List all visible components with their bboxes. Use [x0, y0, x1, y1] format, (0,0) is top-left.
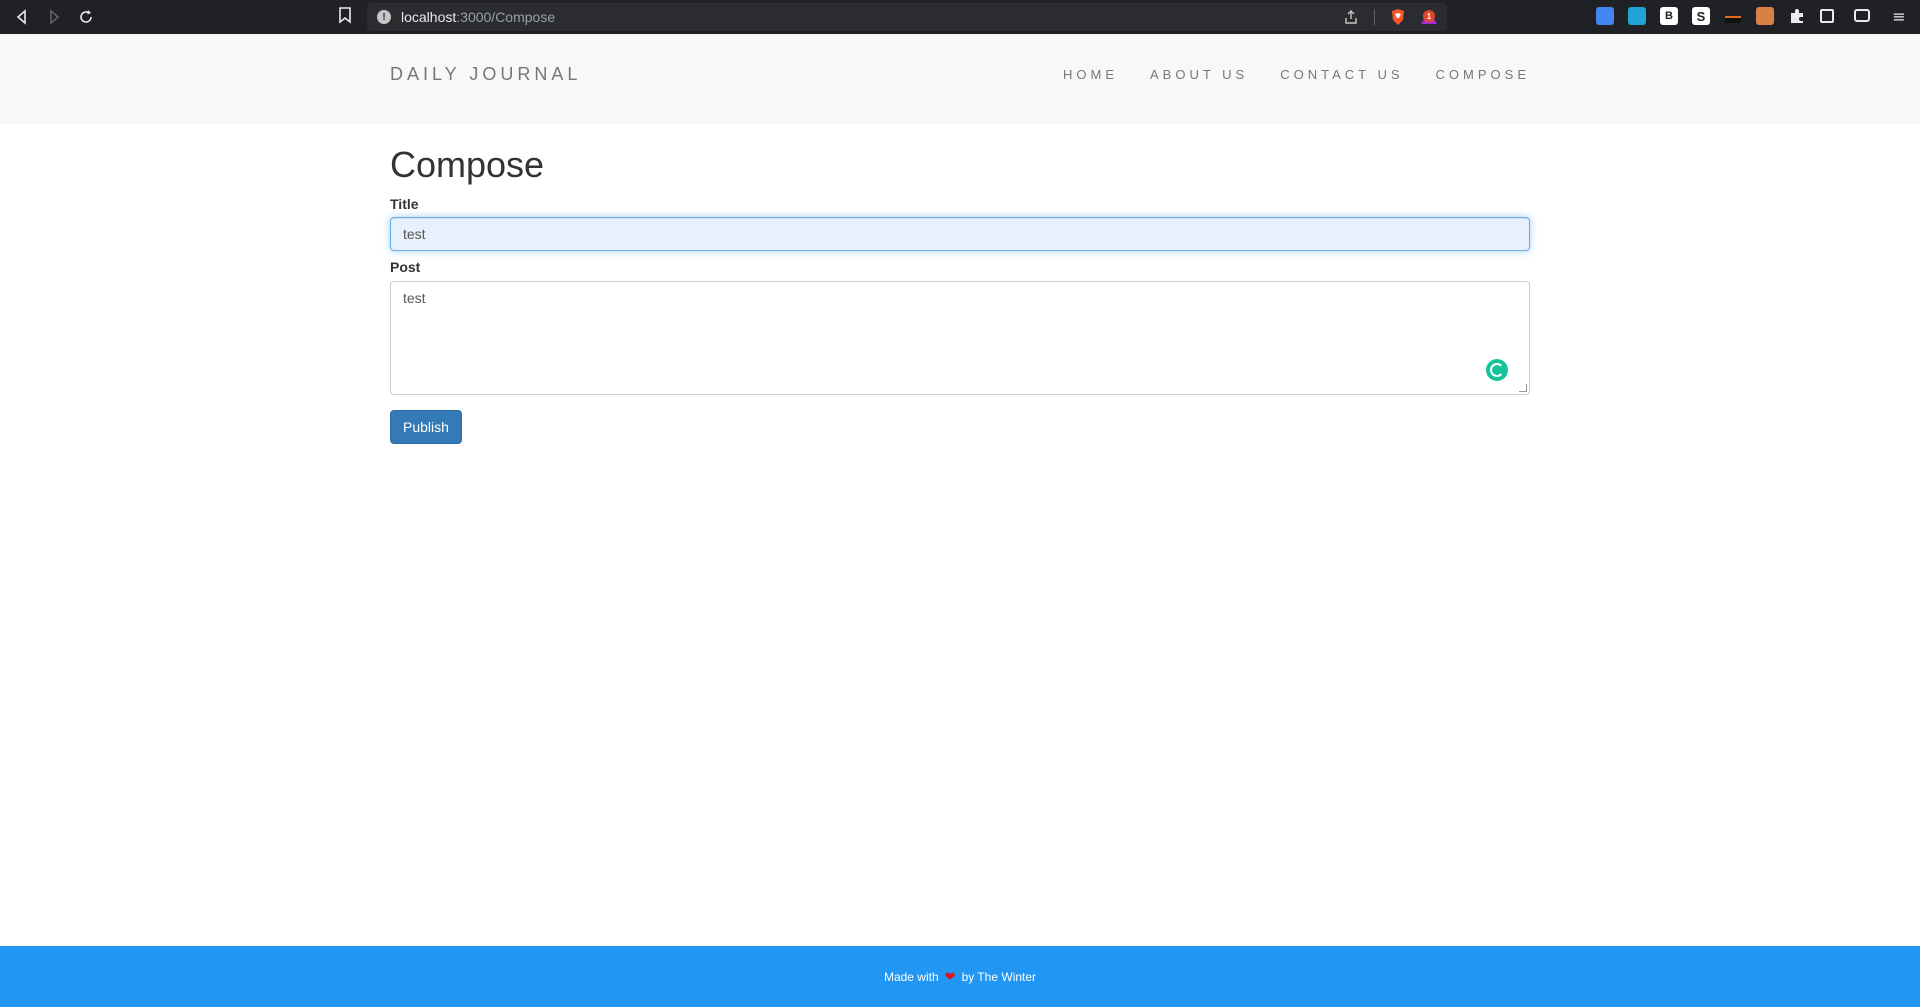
sidebar-toggle-icon[interactable] — [1820, 9, 1834, 23]
post-label: Post — [390, 259, 421, 275]
dark-mode-extension-icon[interactable] — [1724, 7, 1742, 25]
browser-toolbar: ! localhost:3000/Compose 1 B S ≡ — [0, 0, 1920, 34]
grammarly-icon[interactable] — [1486, 359, 1508, 381]
site-brand[interactable]: DAILY JOURNAL — [390, 64, 581, 85]
s-extension-icon[interactable]: S — [1692, 7, 1710, 25]
url-text[interactable]: localhost:3000/Compose — [401, 9, 555, 25]
rewards-badge: 1 — [1423, 10, 1435, 22]
compose-container: Compose Title Post test Publish — [390, 124, 1530, 444]
wallet-icon[interactable] — [1854, 9, 1870, 22]
nav-link-contact-us[interactable]: CONTACT US — [1280, 67, 1403, 82]
nav-links: HOME ABOUT US CONTACT US COMPOSE — [1063, 67, 1530, 82]
title-label: Title — [390, 196, 419, 212]
resize-handle-icon[interactable] — [1519, 384, 1527, 392]
brave-shields-icon[interactable] — [1389, 8, 1407, 26]
back-icon[interactable] — [10, 5, 34, 29]
nav-link-home[interactable]: HOME — [1063, 67, 1118, 82]
forward-icon[interactable] — [42, 5, 66, 29]
address-bar[interactable]: ! localhost:3000/Compose 1 — [367, 3, 1447, 31]
browser-menu-icon[interactable]: ≡ — [1890, 7, 1908, 26]
site-navbar: DAILY JOURNAL HOME ABOUT US CONTACT US C… — [0, 34, 1920, 124]
post-textarea-wrapper: test — [390, 281, 1530, 395]
publish-button[interactable]: Publish — [390, 410, 462, 444]
site-info-icon[interactable]: ! — [377, 10, 391, 24]
b-extension-icon[interactable]: B — [1660, 7, 1678, 25]
footer-author: by The Winter — [961, 969, 1037, 984]
nav-link-about-us[interactable]: ABOUT US — [1150, 67, 1248, 82]
nav-link-compose[interactable]: COMPOSE — [1436, 67, 1530, 82]
fox-extension-icon[interactable] — [1756, 7, 1774, 25]
title-input[interactable] — [390, 217, 1530, 251]
post-textarea[interactable]: test — [390, 281, 1530, 395]
url-path: :3000/Compose — [456, 9, 556, 25]
heart-icon: ❤ — [944, 968, 956, 984]
extensions-puzzle-icon[interactable] — [1788, 7, 1806, 25]
page-title: Compose — [390, 144, 545, 185]
bookmark-icon[interactable] — [337, 6, 353, 24]
reload-icon[interactable] — [74, 5, 98, 29]
address-divider — [1374, 9, 1375, 25]
url-host: localhost — [401, 9, 457, 25]
sync-extension-icon[interactable] — [1628, 7, 1646, 25]
footer-made-with: Made with — [883, 969, 939, 984]
site-footer: Made with ❤ by The Winter — [0, 946, 1920, 1007]
translate-extension-icon[interactable] — [1596, 7, 1614, 25]
share-icon[interactable] — [1343, 9, 1359, 25]
brave-rewards-icon[interactable]: 1 — [1419, 8, 1439, 26]
